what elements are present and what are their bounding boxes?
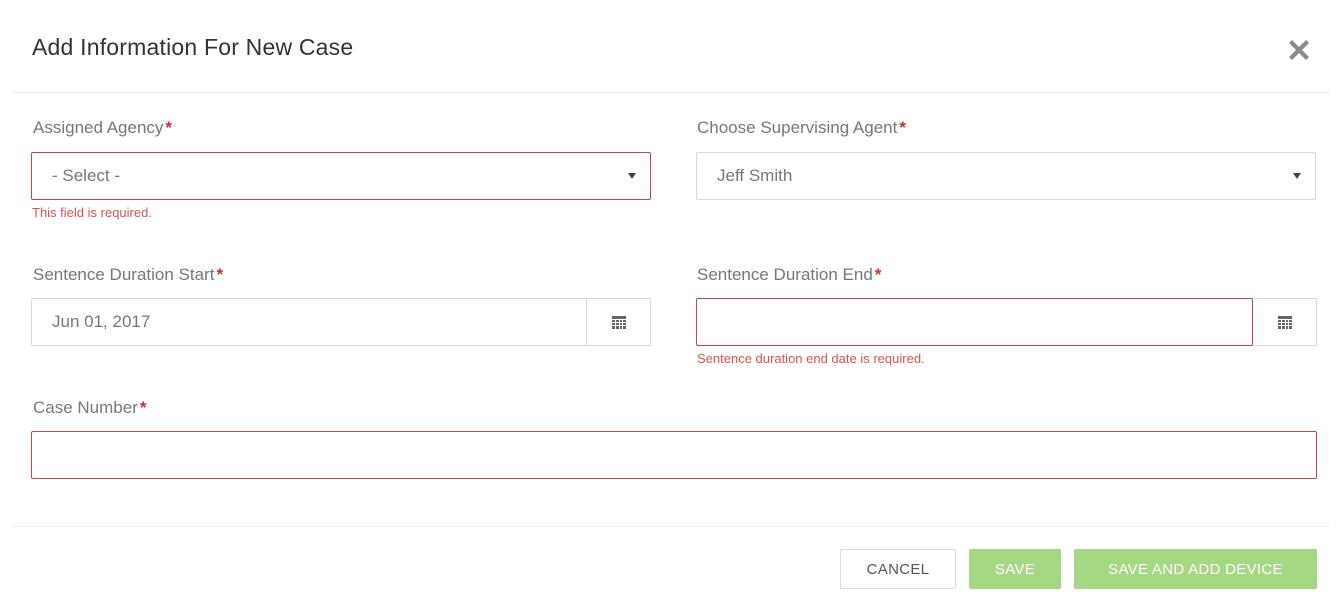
chevron-down-icon bbox=[628, 173, 636, 179]
required-marker: * bbox=[139, 398, 147, 417]
add-case-modal: Add Information For New Case Assigned Ag… bbox=[0, 0, 1342, 609]
footer-divider bbox=[12, 526, 1330, 527]
chevron-down-icon bbox=[1293, 173, 1301, 179]
calendar-icon bbox=[1278, 316, 1292, 329]
sentence-start-input[interactable]: Jun 01, 2017 bbox=[31, 298, 587, 346]
case-number-input[interactable] bbox=[31, 431, 1317, 479]
sentence-end-error: Sentence duration end date is required. bbox=[697, 351, 925, 366]
assigned-agency-value: - Select - bbox=[52, 166, 121, 185]
assigned-agency-error: This field is required. bbox=[32, 205, 152, 220]
required-marker: * bbox=[874, 265, 882, 284]
cancel-button[interactable]: CANCEL bbox=[840, 549, 956, 589]
case-number-label: Case Number * bbox=[33, 398, 147, 418]
save-and-add-device-button[interactable]: SAVE AND ADD DEVICE bbox=[1074, 549, 1317, 589]
sentence-start-label: Sentence Duration Start * bbox=[33, 265, 223, 285]
supervising-agent-label-text: Choose Supervising Agent bbox=[697, 118, 898, 137]
supervising-agent-label: Choose Supervising Agent * bbox=[697, 118, 906, 138]
assigned-agency-select[interactable]: - Select - bbox=[31, 152, 651, 200]
modal-title: Add Information For New Case bbox=[32, 34, 354, 60]
supervising-agent-select[interactable]: Jeff Smith bbox=[696, 152, 1316, 200]
close-button[interactable] bbox=[1284, 33, 1314, 63]
sentence-end-label-text: Sentence Duration End bbox=[697, 265, 873, 284]
save-button[interactable]: SAVE bbox=[969, 549, 1061, 589]
sentence-start-label-text: Sentence Duration Start bbox=[33, 265, 215, 284]
required-marker: * bbox=[165, 118, 173, 137]
sentence-end-label: Sentence Duration End * bbox=[697, 265, 881, 285]
calendar-icon bbox=[612, 316, 626, 329]
sentence-start-calendar-button[interactable] bbox=[587, 298, 651, 346]
header-divider bbox=[12, 92, 1330, 93]
required-marker: * bbox=[899, 118, 906, 137]
assigned-agency-label: Assigned Agency * bbox=[33, 118, 172, 138]
case-number-label-text: Case Number bbox=[33, 398, 138, 417]
close-x-icon bbox=[1289, 40, 1309, 60]
sentence-end-calendar-button[interactable] bbox=[1253, 298, 1317, 346]
required-marker: * bbox=[216, 265, 224, 284]
sentence-start-value: Jun 01, 2017 bbox=[52, 312, 151, 331]
assigned-agency-label-text: Assigned Agency bbox=[33, 118, 164, 137]
supervising-agent-value: Jeff Smith bbox=[717, 166, 793, 185]
sentence-end-input[interactable] bbox=[696, 298, 1253, 346]
